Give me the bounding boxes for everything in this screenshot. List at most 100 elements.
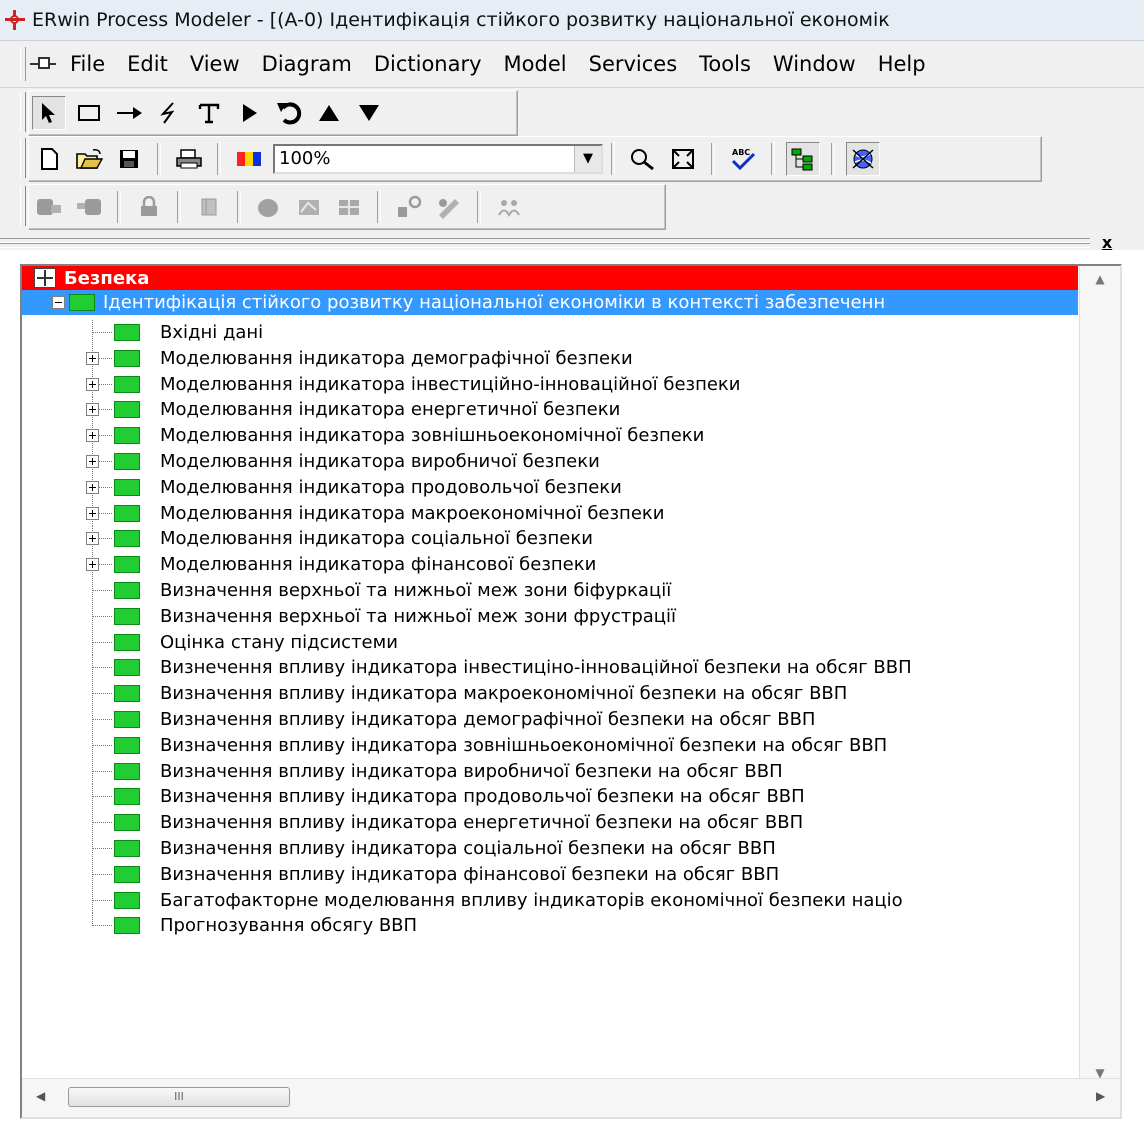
zoom-icon[interactable] [626, 142, 660, 176]
expand-icon[interactable] [86, 429, 99, 443]
tree-connector [86, 810, 114, 836]
expand-icon[interactable] [86, 480, 99, 494]
tree-root-row[interactable]: Безпека [22, 266, 1078, 290]
activity-box-icon [114, 917, 140, 935]
tree-item[interactable]: Моделювання індикатора виробничої безпек… [22, 449, 1078, 474]
spell-check-icon[interactable]: ABC [726, 142, 760, 176]
document-menu-icon[interactable] [30, 54, 60, 74]
toolbar-grip[interactable] [20, 186, 26, 226]
tree-connector [86, 345, 114, 371]
rotate-icon[interactable] [272, 96, 306, 130]
tree-item[interactable]: Прогнозування обсягу ВВП [22, 913, 1078, 938]
tree-item[interactable]: Моделювання індикатора макроекономічної … [22, 500, 1078, 526]
new-icon[interactable] [32, 142, 66, 176]
tree-item[interactable]: Визначення впливу індикатора продовольчо… [22, 784, 1078, 810]
model-explorer-icon[interactable] [786, 142, 820, 176]
undo-entity-icon[interactable] [72, 190, 106, 224]
expand-icon[interactable] [86, 351, 99, 365]
zoom-fit-icon[interactable] [666, 142, 700, 176]
tree-connector [86, 500, 114, 526]
tree-item[interactable]: Визначення верхньої та нижньої меж зони … [22, 603, 1078, 629]
globe-icon[interactable] [846, 142, 880, 176]
collapse-icon[interactable] [52, 296, 65, 309]
menubar-grip[interactable] [20, 47, 26, 81]
menu-tools[interactable]: Tools [699, 52, 751, 76]
chevron-down-icon[interactable]: ▼ [574, 146, 601, 172]
save-icon[interactable] [112, 142, 146, 176]
erwin-app-icon[interactable] [4, 9, 26, 31]
tree-item[interactable]: Моделювання індикатора енергетичної безп… [22, 397, 1078, 423]
arrow-icon[interactable] [112, 96, 146, 130]
menu-view[interactable]: View [190, 52, 240, 76]
scroll-up-icon[interactable]: ▲ [1080, 272, 1120, 296]
text-icon[interactable] [192, 96, 226, 130]
tree-item-label: Моделювання індикатора енергетичної безп… [160, 399, 621, 421]
expand-icon[interactable] [86, 377, 99, 391]
triangle-down-icon[interactable] [352, 96, 386, 130]
vertical-scrollbar[interactable]: ▲ ▼ [1079, 266, 1120, 1080]
tree-item[interactable]: Оцінка стану підсистеми [22, 629, 1078, 655]
key-icon[interactable] [392, 190, 426, 224]
rectangle-icon[interactable] [72, 96, 106, 130]
book-icon[interactable] [192, 190, 226, 224]
report-icon[interactable] [252, 190, 286, 224]
tree-item[interactable]: Моделювання індикатора соціальної безпек… [22, 526, 1078, 552]
menu-diagram[interactable]: Diagram [262, 52, 352, 76]
panel-splitter[interactable] [0, 238, 1144, 250]
tree-item[interactable]: Моделювання індикатора продовольчої безп… [22, 474, 1078, 500]
horizontal-scroll-thumb[interactable]: III [68, 1087, 290, 1107]
triangle-right-icon[interactable] [232, 96, 266, 130]
tree-item[interactable]: Визначення впливу індикатора зовнішньоек… [22, 732, 1078, 758]
tree-item[interactable]: Моделювання індикатора зовнішньоекономіч… [22, 423, 1078, 449]
entity-icon[interactable] [32, 190, 66, 224]
tree-connector [86, 913, 114, 938]
print-icon[interactable] [172, 142, 206, 176]
open-icon[interactable] [72, 142, 106, 176]
tree-item[interactable]: Визначення впливу індикатора соціальної … [22, 836, 1078, 861]
users-icon[interactable] [492, 190, 526, 224]
close-icon[interactable]: x [1096, 234, 1118, 254]
activity-box-icon [114, 530, 140, 548]
tree-item[interactable]: Моделювання індикатора демографічної без… [22, 345, 1078, 371]
menu-file[interactable]: File [70, 52, 105, 76]
expand-icon[interactable] [86, 506, 99, 520]
diagram-report-icon[interactable] [292, 190, 326, 224]
tree-selected-row[interactable]: Ідентифікація стійкого розвитку націонал… [22, 290, 1078, 315]
tree-item[interactable]: Багатофакторне моделювання впливу індика… [22, 887, 1078, 913]
tree-item[interactable]: Вхідні дані [22, 320, 1078, 345]
tree-connector [86, 474, 114, 500]
expand-icon[interactable] [86, 455, 99, 468]
key-edit-icon[interactable] [432, 190, 466, 224]
expand-icon[interactable] [86, 403, 99, 417]
tree-item[interactable]: Визнечення впливу індикатора інвестиціно… [22, 655, 1078, 681]
zoom-combobox[interactable]: 100% ▼ [273, 144, 603, 174]
tree-item[interactable]: Визначення впливу індикатора фінансової … [22, 861, 1078, 887]
tree-item[interactable]: Визначення впливу індикатора макроеконом… [22, 681, 1078, 707]
expand-icon[interactable] [86, 532, 99, 546]
horizontal-scrollbar[interactable]: ◀ III ▶ [22, 1078, 1120, 1117]
menu-dictionary[interactable]: Dictionary [374, 52, 482, 76]
tree-item[interactable]: Моделювання індикатора фінансової безпек… [22, 552, 1078, 578]
squiggle-icon[interactable] [152, 96, 186, 130]
menu-services[interactable]: Services [589, 52, 678, 76]
menu-help[interactable]: Help [878, 52, 926, 76]
table-icon[interactable] [332, 190, 366, 224]
scroll-right-icon[interactable]: ▶ [1096, 1089, 1105, 1103]
tree-item[interactable]: Визначення впливу індикатора виробничої … [22, 758, 1078, 784]
tree-item[interactable]: Визначення впливу індикатора демографічн… [22, 707, 1078, 732]
color-icon[interactable] [232, 142, 266, 176]
scroll-left-icon[interactable]: ◀ [36, 1089, 45, 1103]
tree-item[interactable]: Моделювання індикатора інвестиційно-інно… [22, 371, 1078, 397]
tree-item[interactable]: Визначення верхньої та нижньої меж зони … [22, 578, 1078, 603]
tree-item-label: Моделювання індикатора виробничої безпек… [160, 451, 600, 472]
pointer-icon[interactable] [32, 96, 66, 130]
toolbar-grip[interactable] [20, 138, 26, 178]
toolbar-grip[interactable] [20, 92, 26, 132]
lock-icon[interactable] [132, 190, 166, 224]
menu-edit[interactable]: Edit [127, 52, 168, 76]
tree-item[interactable]: Визначення впливу індикатора енергетично… [22, 810, 1078, 836]
triangle-up-icon[interactable] [312, 96, 346, 130]
menu-model[interactable]: Model [504, 52, 567, 76]
expand-icon[interactable] [86, 558, 99, 572]
menu-window[interactable]: Window [773, 52, 856, 76]
